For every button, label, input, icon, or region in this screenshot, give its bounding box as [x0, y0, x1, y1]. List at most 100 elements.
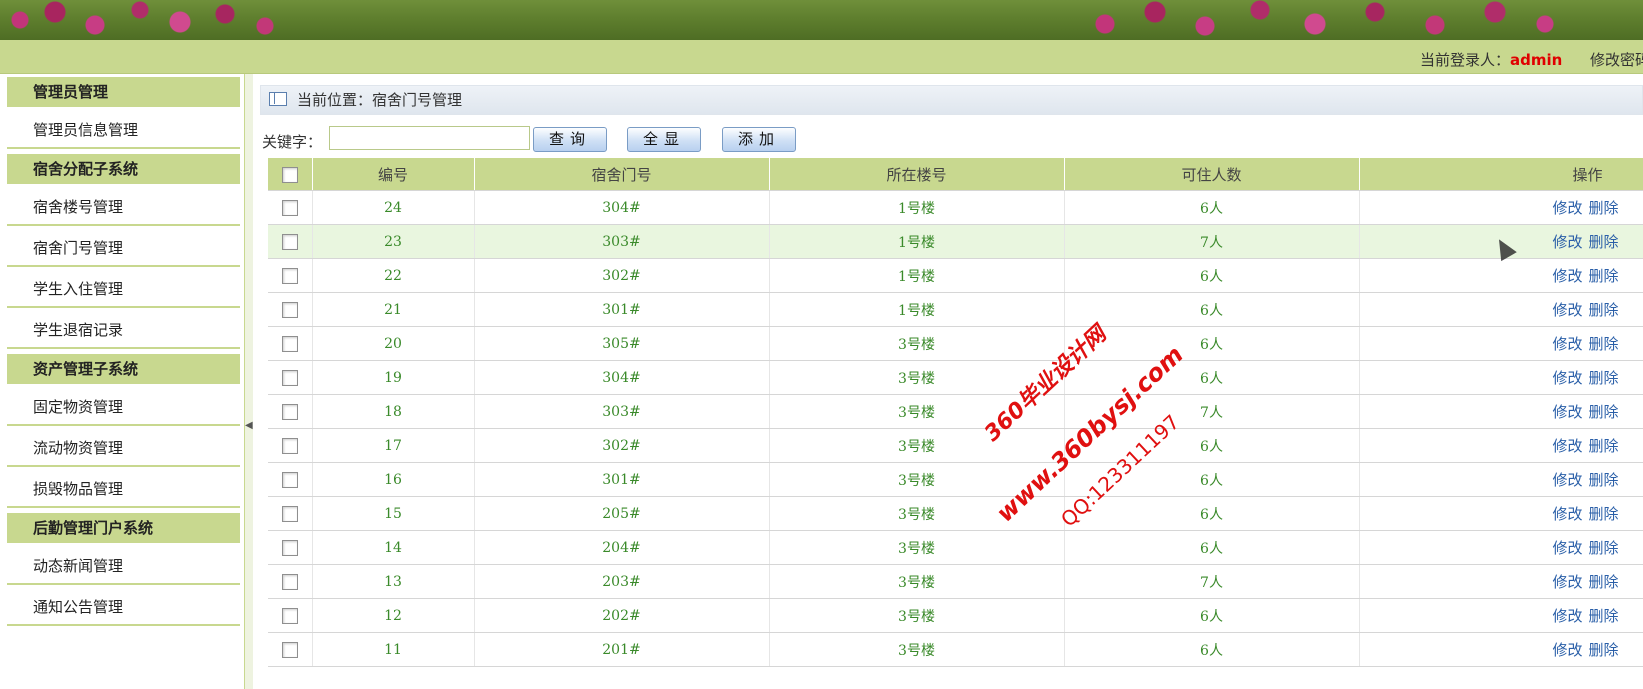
table-row: 18 303# 3号楼 7人 修改 删除: [268, 394, 1643, 429]
edit-link[interactable]: 修改: [1552, 539, 1582, 557]
cell-capacity: 6人: [1064, 258, 1360, 293]
collapse-arrow-icon[interactable]: ◀: [245, 419, 253, 433]
row-checkbox[interactable]: [281, 573, 298, 590]
delete-link[interactable]: 删除: [1588, 607, 1618, 625]
cell-door: 204#: [474, 530, 770, 565]
sidebar-section-title[interactable]: 宿舍分配子系统: [7, 154, 240, 184]
column-header: 可住人数: [1064, 158, 1360, 191]
cell-id: 24: [312, 190, 475, 225]
cell-building: 1号楼: [769, 292, 1065, 327]
sidebar-section-title[interactable]: 管理员管理: [7, 77, 240, 107]
delete-link[interactable]: 删除: [1588, 403, 1618, 421]
delete-link[interactable]: 删除: [1588, 335, 1618, 353]
row-checkbox[interactable]: [281, 369, 298, 386]
table-row: 24 304# 1号楼 6人 修改 删除: [268, 190, 1643, 225]
cell-id: 23: [312, 224, 475, 259]
edit-link[interactable]: 修改: [1552, 573, 1582, 591]
row-select-cell: [268, 598, 313, 633]
row-checkbox[interactable]: [281, 607, 298, 624]
table-header-row: 编号 宿舍门号 所在楼号 可住人数 操作: [268, 158, 1643, 191]
row-checkbox[interactable]: [281, 199, 298, 216]
row-checkbox[interactable]: [281, 505, 298, 522]
delete-link[interactable]: 删除: [1588, 369, 1618, 387]
delete-link[interactable]: 删除: [1588, 539, 1618, 557]
banner-flowers-right: [1075, 0, 1575, 40]
sidebar-item[interactable]: 动态新闻管理: [7, 547, 240, 585]
row-select-cell: [268, 632, 313, 667]
edit-link[interactable]: 修改: [1552, 267, 1582, 285]
row-checkbox[interactable]: [281, 335, 298, 352]
delete-link[interactable]: 删除: [1588, 301, 1618, 319]
row-actions: 修改 删除: [1359, 394, 1643, 429]
cell-door: 203#: [474, 564, 770, 599]
delete-link[interactable]: 删除: [1588, 199, 1618, 217]
edit-link[interactable]: 修改: [1552, 471, 1582, 489]
row-actions: 修改 删除: [1359, 258, 1643, 293]
edit-link[interactable]: 修改: [1552, 369, 1582, 387]
cell-capacity: 6人: [1064, 360, 1360, 395]
table-row: 23 303# 1号楼 7人 修改 删除: [268, 224, 1643, 259]
row-checkbox[interactable]: [281, 471, 298, 488]
cell-capacity: 6人: [1064, 530, 1360, 565]
sidebar-item[interactable]: 流动物资管理: [7, 429, 240, 467]
row-checkbox[interactable]: [281, 403, 298, 420]
edit-link[interactable]: 修改: [1552, 301, 1582, 319]
delete-link[interactable]: 删除: [1588, 267, 1618, 285]
column-header: 所在楼号: [769, 158, 1065, 191]
add-button[interactable]: 添加: [722, 127, 796, 152]
delete-link[interactable]: 删除: [1588, 505, 1618, 523]
select-all-checkbox[interactable]: [281, 166, 298, 183]
row-select-cell: [268, 462, 313, 497]
edit-link[interactable]: 修改: [1552, 403, 1582, 421]
edit-link[interactable]: 修改: [1552, 505, 1582, 523]
cell-door: 303#: [474, 394, 770, 429]
edit-link[interactable]: 修改: [1552, 335, 1582, 353]
sidebar-splitter[interactable]: ◀: [245, 74, 253, 689]
edit-link[interactable]: 修改: [1552, 641, 1582, 659]
change-password-link[interactable]: 修改密码: [1590, 49, 1643, 70]
dorm-door-table: 编号 宿舍门号 所在楼号 可住人数 操作 24 304# 1号楼 6人 修改 删除 23 30…: [268, 158, 1643, 667]
sidebar-item[interactable]: 宿舍门号管理: [7, 229, 240, 267]
sidebar-section-title[interactable]: 后勤管理门户系统: [7, 513, 240, 543]
cell-id: 22: [312, 258, 475, 293]
delete-link[interactable]: 删除: [1588, 573, 1618, 591]
row-actions: 修改 删除: [1359, 326, 1643, 361]
edit-link[interactable]: 修改: [1552, 607, 1582, 625]
delete-link[interactable]: 删除: [1588, 437, 1618, 455]
sidebar-item[interactable]: 学生退宿记录: [7, 311, 240, 349]
row-actions: 修改 删除: [1359, 428, 1643, 463]
row-checkbox[interactable]: [281, 267, 298, 284]
row-select-cell: [268, 428, 313, 463]
row-checkbox[interactable]: [281, 233, 298, 250]
edit-link[interactable]: 修改: [1552, 199, 1582, 217]
cell-building: 3号楼: [769, 326, 1065, 361]
search-label: 关键字：: [262, 133, 323, 151]
row-checkbox[interactable]: [281, 437, 298, 454]
delete-link[interactable]: 删除: [1588, 233, 1618, 251]
edit-link[interactable]: 修改: [1552, 233, 1582, 251]
cell-capacity: 6人: [1064, 190, 1360, 225]
breadcrumb: 当前位置：宿舍门号管理: [260, 85, 1643, 115]
delete-link[interactable]: 删除: [1588, 471, 1618, 489]
show-all-button[interactable]: 全显: [627, 127, 701, 152]
cell-door: 301#: [474, 462, 770, 497]
sidebar-item[interactable]: 固定物资管理: [7, 388, 240, 426]
cell-capacity: 6人: [1064, 292, 1360, 327]
cell-building: 3号楼: [769, 530, 1065, 565]
sidebar-item[interactable]: 管理员信息管理: [7, 111, 240, 149]
query-button[interactable]: 查询: [533, 127, 607, 152]
login-label: 当前登录人：: [1420, 51, 1511, 69]
sidebar-item[interactable]: 学生入住管理: [7, 270, 240, 308]
sidebar-item[interactable]: 宿舍楼号管理: [7, 188, 240, 226]
sidebar-item[interactable]: 损毁物品管理: [7, 470, 240, 508]
delete-link[interactable]: 删除: [1588, 641, 1618, 659]
row-actions: 修改 删除: [1359, 462, 1643, 497]
row-checkbox[interactable]: [281, 301, 298, 318]
edit-link[interactable]: 修改: [1552, 437, 1582, 455]
cell-building: 1号楼: [769, 224, 1065, 259]
row-checkbox[interactable]: [281, 641, 298, 658]
row-checkbox[interactable]: [281, 539, 298, 556]
sidebar-section-title[interactable]: 资产管理子系统: [7, 354, 240, 384]
keyword-input[interactable]: [329, 126, 530, 150]
sidebar-item[interactable]: 通知公告管理: [7, 588, 240, 626]
